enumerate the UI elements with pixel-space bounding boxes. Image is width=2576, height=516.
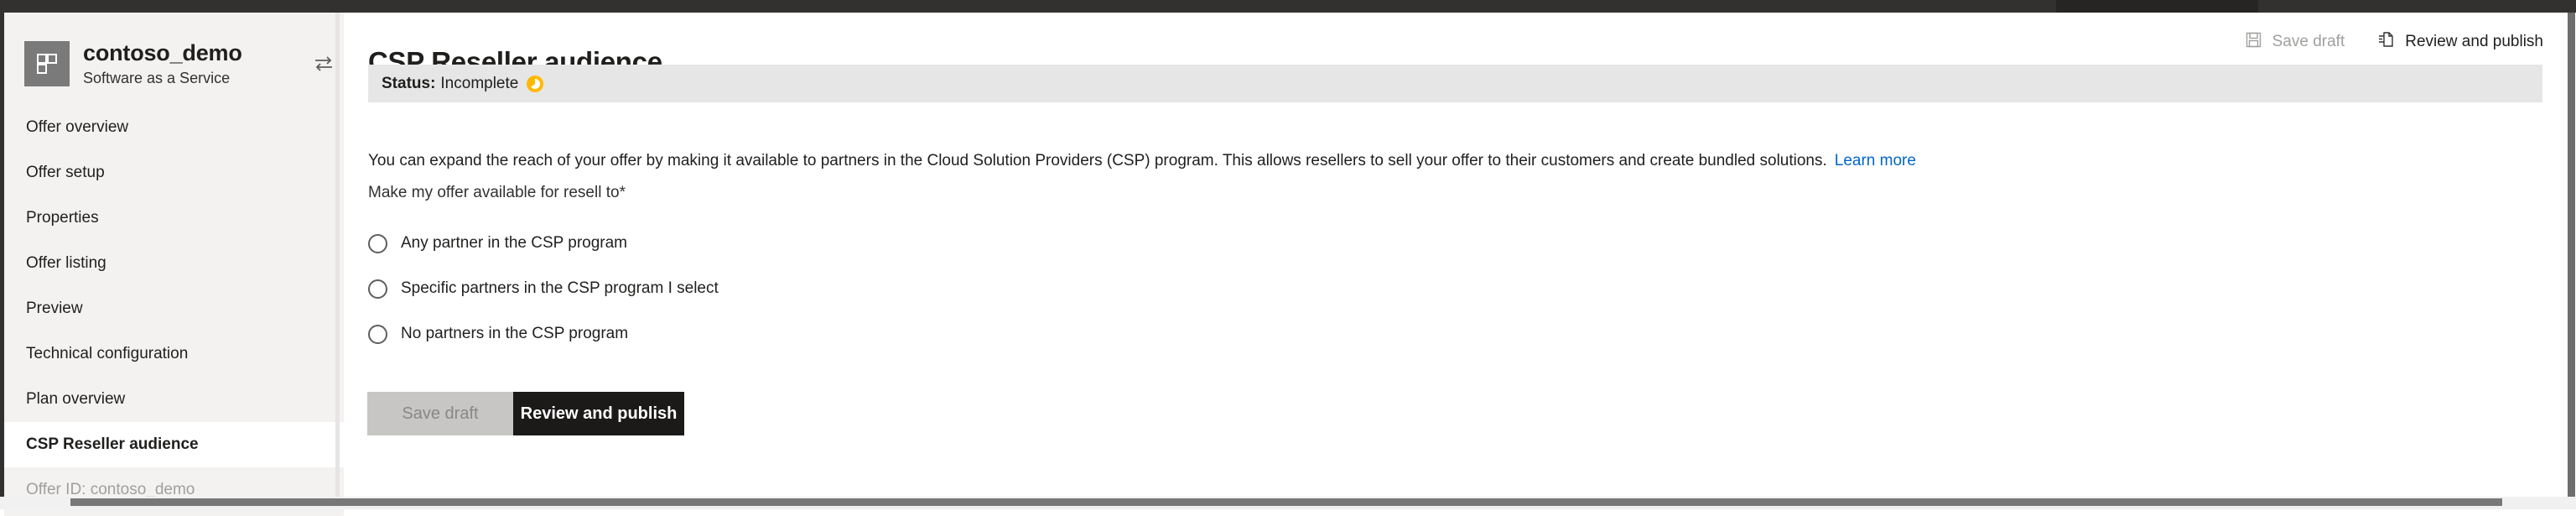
sidebar-item-label: Technical configuration xyxy=(26,345,189,362)
review-and-publish-command[interactable]: Review and publish xyxy=(2378,31,2543,53)
vertical-scrollbar-thumb[interactable] xyxy=(2568,13,2575,497)
description-body: You can expand the reach of your offer b… xyxy=(368,152,1827,169)
sidebar-item-label: Offer listing xyxy=(26,254,106,272)
radio-option-specific-partners[interactable]: Specific partners in the CSP program I s… xyxy=(368,266,719,311)
radio-option-label: Any partner in the CSP program xyxy=(401,234,628,252)
vertical-scrollbar[interactable] xyxy=(2567,13,2576,497)
offer-sidebar: contoso_demo Software as a Service Offer… xyxy=(0,13,344,516)
resell-field-label: Make my offer available for resell to* xyxy=(368,184,626,202)
sidebar-item-offer-listing[interactable]: Offer listing xyxy=(4,241,344,286)
learn-more-link[interactable]: Learn more xyxy=(1835,152,1916,169)
sidebar-header: contoso_demo Software as a Service xyxy=(4,13,344,86)
radio-option-no-partners[interactable]: No partners in the CSP program xyxy=(368,311,719,357)
sidebar-item-properties[interactable]: Properties xyxy=(4,195,344,241)
offer-grid-icon xyxy=(24,41,70,86)
app-frame: contoso_demo Software as a Service Offer… xyxy=(0,13,2576,516)
save-draft-command-label: Save draft xyxy=(2272,33,2345,50)
browser-chrome-bar xyxy=(0,0,2576,13)
offer-type: Software as a Service xyxy=(83,70,231,86)
radio-button-icon[interactable] xyxy=(368,233,387,253)
sidebar-item-label: Properties xyxy=(26,209,99,227)
sidebar-item-label: Offer setup xyxy=(26,164,105,181)
sidebar-item-csp-reseller-audience[interactable]: CSP Reseller audience xyxy=(4,422,344,467)
clock-pending-icon xyxy=(526,75,544,93)
sidebar-item-offer-overview[interactable]: Offer overview xyxy=(4,105,344,150)
sidebar-item-label: Plan overview xyxy=(26,390,126,408)
sidebar-title-block: contoso_demo Software as a Service xyxy=(83,39,242,88)
review-and-publish-button[interactable]: Review and publish xyxy=(513,392,684,435)
radio-option-label: No partners in the CSP program xyxy=(401,325,629,342)
status-badge: Incomplete xyxy=(440,74,519,92)
radio-button-icon[interactable] xyxy=(368,279,387,299)
status-label: Status: xyxy=(382,74,436,92)
radio-option-any-partner[interactable]: Any partner in the CSP program xyxy=(368,221,719,266)
browser-active-tab[interactable] xyxy=(2056,0,2258,13)
sidebar-divider xyxy=(335,13,340,497)
sidebar-item-offer-setup[interactable]: Offer setup xyxy=(4,150,344,195)
save-draft-button[interactable]: Save draft xyxy=(367,392,513,435)
resell-field-label-text: Make my offer available for resell to xyxy=(368,184,620,201)
horizontal-scrollbar[interactable] xyxy=(0,497,2576,509)
save-disk-icon xyxy=(2246,32,2262,53)
offer-name: contoso_demo xyxy=(83,40,242,65)
sidebar-item-label: Preview xyxy=(26,300,83,317)
sidebar-item-preview[interactable]: Preview xyxy=(4,286,344,331)
save-draft-command[interactable]: Save draft xyxy=(2246,32,2345,53)
sidebar-item-label: Offer overview xyxy=(26,118,129,136)
swap-offer-icon[interactable] xyxy=(313,55,335,73)
publish-page-icon xyxy=(2378,31,2394,53)
horizontal-scrollbar-thumb[interactable] xyxy=(70,498,2502,506)
footer-action-buttons: Save draft Review and publish xyxy=(367,392,684,435)
sidebar-item-label: CSP Reseller audience xyxy=(26,435,199,453)
review-and-publish-command-label: Review and publish xyxy=(2405,33,2543,50)
sidebar-item-technical-configuration[interactable]: Technical configuration xyxy=(4,331,344,377)
required-asterisk: * xyxy=(619,184,626,201)
sidebar-nav-list: Offer overview Offer setup Properties Of… xyxy=(4,105,344,467)
command-bar: Save draft Review and publish xyxy=(2246,31,2543,53)
status-bar: Status: Incomplete xyxy=(368,65,2542,102)
resell-audience-radio-group: Any partner in the CSP program Specific … xyxy=(368,221,719,357)
radio-option-label: Specific partners in the CSP program I s… xyxy=(401,279,719,297)
sidebar-item-plan-overview[interactable]: Plan overview xyxy=(4,377,344,422)
radio-button-icon[interactable] xyxy=(368,324,387,344)
description-text: You can expand the reach of your offer b… xyxy=(368,150,1916,172)
